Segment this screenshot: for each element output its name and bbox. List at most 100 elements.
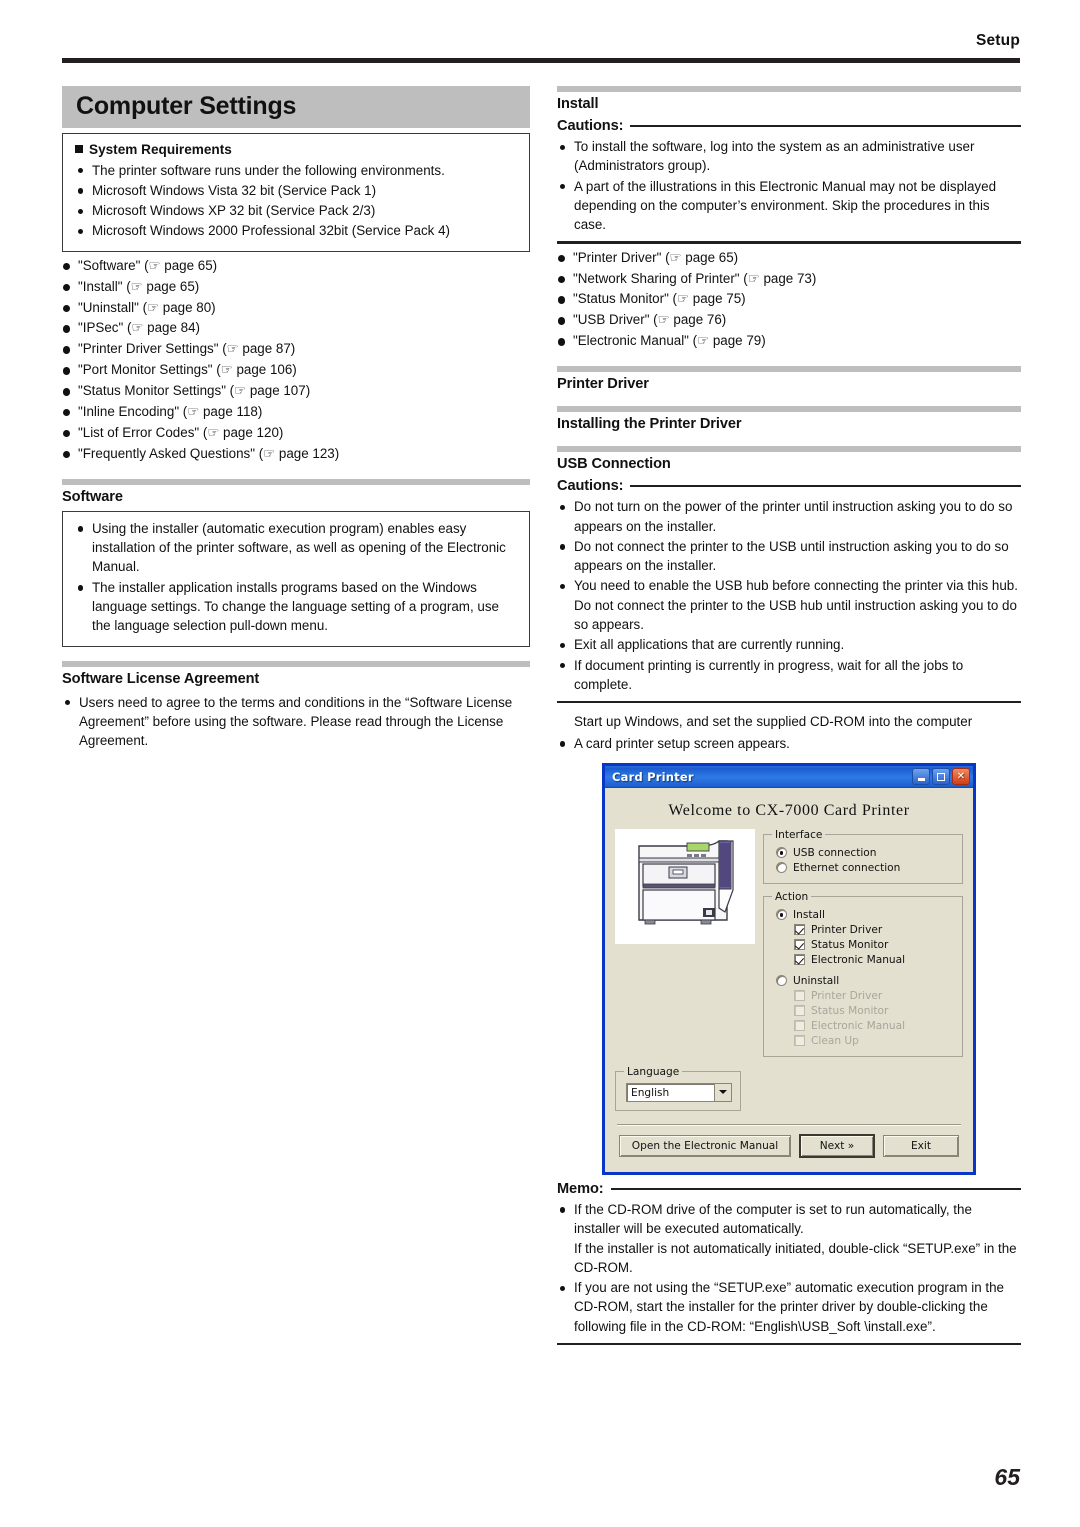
list-item[interactable]: "Inline Encoding" (☞ page 118) — [62, 402, 530, 423]
option-label: Install — [793, 908, 825, 921]
section-rule — [62, 660, 530, 667]
language-select[interactable]: English — [626, 1082, 732, 1102]
dialog-body: Welcome to CX-7000 Card Printer Interfac… — [605, 788, 973, 1172]
list-item[interactable]: "Status Monitor Settings" (☞ page 107) — [62, 381, 530, 402]
system-requirements-list: The printer software runs under the foll… — [75, 161, 517, 241]
chapter-contents-list: "Software" (☞ page 65) "Install" (☞ page… — [62, 256, 530, 465]
list-item[interactable]: "Software" (☞ page 65) — [62, 256, 530, 277]
step-text: Start up Windows, and set the supplied C… — [574, 714, 973, 730]
checkbox-icon[interactable] — [794, 924, 805, 936]
radio-icon[interactable] — [776, 909, 787, 921]
option-label: USB connection — [793, 846, 877, 859]
list-item[interactable]: "List of Error Codes" (☞ page 120) — [62, 423, 530, 444]
interface-legend: Interface — [775, 828, 823, 841]
checkbox-icon — [794, 990, 805, 1002]
memo-list: If the CD-ROM drive of the computer is s… — [557, 1200, 1021, 1336]
list-item[interactable]: "USB Driver" (☞ page 76) — [557, 310, 1021, 331]
option-label: Ethernet connection — [793, 861, 901, 874]
header-rule — [62, 58, 1020, 63]
checkbox-uninstall-clean-up: Clean Up — [794, 1035, 956, 1047]
checkbox-icon[interactable] — [794, 954, 805, 966]
dialog-screenshot-wrapper: Card Printer ✕ Welcome to CX-7000 Card P… — [557, 762, 1021, 1175]
section-heading: USB Connection — [557, 456, 671, 473]
section-heading: Software License Agreement — [62, 670, 260, 687]
checkbox-icon[interactable] — [794, 939, 805, 951]
radio-icon[interactable] — [776, 847, 787, 859]
license-list: Users need to agree to the terms and con… — [62, 693, 530, 751]
dialog-options: Interface USB connection Ethernet connec… — [763, 828, 963, 1064]
memo-bottom-rule — [557, 1343, 1021, 1346]
left-column: Computer Settings System Requirements Th… — [62, 86, 530, 751]
chevron-down-icon[interactable] — [714, 1083, 731, 1101]
list-item: Do not turn on the power of the printer … — [557, 497, 1021, 536]
maximize-icon[interactable] — [932, 768, 950, 786]
list-item[interactable]: "Install" (☞ page 65) — [62, 277, 530, 298]
list-item: Users need to agree to the terms and con… — [62, 693, 530, 751]
label-rule — [630, 485, 1021, 488]
usb-cautions-list: Do not turn on the power of the printer … — [557, 497, 1021, 694]
checkbox-icon — [794, 1035, 805, 1047]
option-label: Electronic Manual — [811, 953, 906, 966]
radio-usb-connection[interactable]: USB connection — [776, 847, 956, 859]
list-item: A card printer setup screen appears. — [557, 734, 1021, 753]
close-icon[interactable]: ✕ — [952, 768, 970, 786]
option-label: Electronic Manual — [811, 1019, 906, 1032]
radio-ethernet-connection[interactable]: Ethernet connection — [776, 862, 956, 874]
list-item[interactable]: "Printer Driver" (☞ page 65) — [557, 248, 1021, 269]
open-electronic-manual-button[interactable]: Open the Electronic Manual — [619, 1134, 791, 1157]
option-label: Status Monitor — [811, 938, 889, 951]
section-heading: Installing the Printer Driver — [557, 416, 742, 433]
radio-uninstall[interactable]: Uninstall — [776, 975, 956, 987]
list-item[interactable]: "Uninstall" (☞ page 80) — [62, 298, 530, 319]
dialog-separator — [617, 1123, 961, 1126]
list-item: Microsoft Windows 2000 Professional 32bi… — [75, 221, 517, 240]
section-heading: Printer Driver — [557, 376, 649, 393]
list-item: Microsoft Windows XP 32 bit (Service Pac… — [75, 201, 517, 220]
next-button[interactable]: Next » — [799, 1133, 875, 1158]
checkbox-icon — [794, 1020, 805, 1032]
document-page: Setup Computer Settings System Requireme… — [0, 0, 1080, 1527]
list-item[interactable]: "Frequently Asked Questions" (☞ page 123… — [62, 444, 530, 465]
list-item[interactable]: "IPSec" (☞ page 84) — [62, 318, 530, 339]
list-item[interactable]: "Network Sharing of Printer" (☞ page 73) — [557, 269, 1021, 290]
list-item: To install the software, log into the sy… — [557, 137, 1021, 176]
list-item: Exit all applications that are currently… — [557, 635, 1021, 654]
memo-label-row: Memo: — [557, 1181, 1021, 1197]
radio-icon[interactable] — [776, 862, 787, 874]
list-item[interactable]: "Electronic Manual" (☞ page 79) — [557, 331, 1021, 352]
square-bullet-icon — [75, 144, 83, 153]
radio-install[interactable]: Install — [776, 909, 956, 921]
action-legend: Action — [775, 890, 809, 903]
section-rule — [557, 446, 1021, 453]
radio-icon[interactable] — [776, 975, 787, 987]
list-item: If document printing is currently in pro… — [557, 656, 1021, 695]
interface-group: Interface USB connection Ethernet connec… — [763, 828, 963, 884]
dialog-welcome-text: Welcome to CX-7000 Card Printer — [668, 801, 910, 819]
list-item: The installer application installs progr… — [75, 578, 517, 636]
list-item: If you are not using the “SETUP.exe” aut… — [557, 1278, 1021, 1336]
list-item[interactable]: "Printer Driver Settings" (☞ page 87) — [62, 339, 530, 360]
list-item[interactable]: "Status Monitor" (☞ page 75) — [557, 289, 1021, 310]
card-printer-image — [638, 840, 734, 925]
option-label: Uninstall — [793, 974, 840, 987]
checkbox-install-status-monitor[interactable]: Status Monitor — [794, 939, 956, 951]
section-install: Install Cautions: To install the softwar… — [557, 86, 1021, 352]
language-group: Language English — [615, 1065, 741, 1111]
exit-button[interactable]: Exit — [883, 1134, 959, 1157]
checkbox-install-printer-driver[interactable]: Printer Driver — [794, 924, 956, 936]
install-links-list: "Printer Driver" (☞ page 65) "Network Sh… — [557, 248, 1021, 353]
section-heading: Install — [557, 96, 599, 112]
section-heading: Software — [62, 488, 123, 505]
install-cautions-label-row: Cautions: — [557, 118, 1021, 134]
cautions-label: Cautions: — [557, 478, 624, 495]
list-item: If the CD-ROM drive of the computer is s… — [557, 1200, 1021, 1277]
system-requirements-panel: System Requirements The printer software… — [62, 132, 530, 252]
action-group: Action Install Printer Driver Status Mon… — [763, 890, 963, 1057]
language-legend: Language — [627, 1065, 680, 1078]
option-label: Printer Driver — [811, 923, 883, 936]
software-list: Using the installer (automatic execution… — [75, 519, 517, 636]
checkbox-uninstall-printer-driver: Printer Driver — [794, 990, 956, 1002]
list-item[interactable]: "Port Monitor Settings" (☞ page 106) — [62, 360, 530, 381]
checkbox-install-electronic-manual[interactable]: Electronic Manual — [794, 954, 956, 966]
minimize-icon[interactable] — [912, 768, 930, 786]
